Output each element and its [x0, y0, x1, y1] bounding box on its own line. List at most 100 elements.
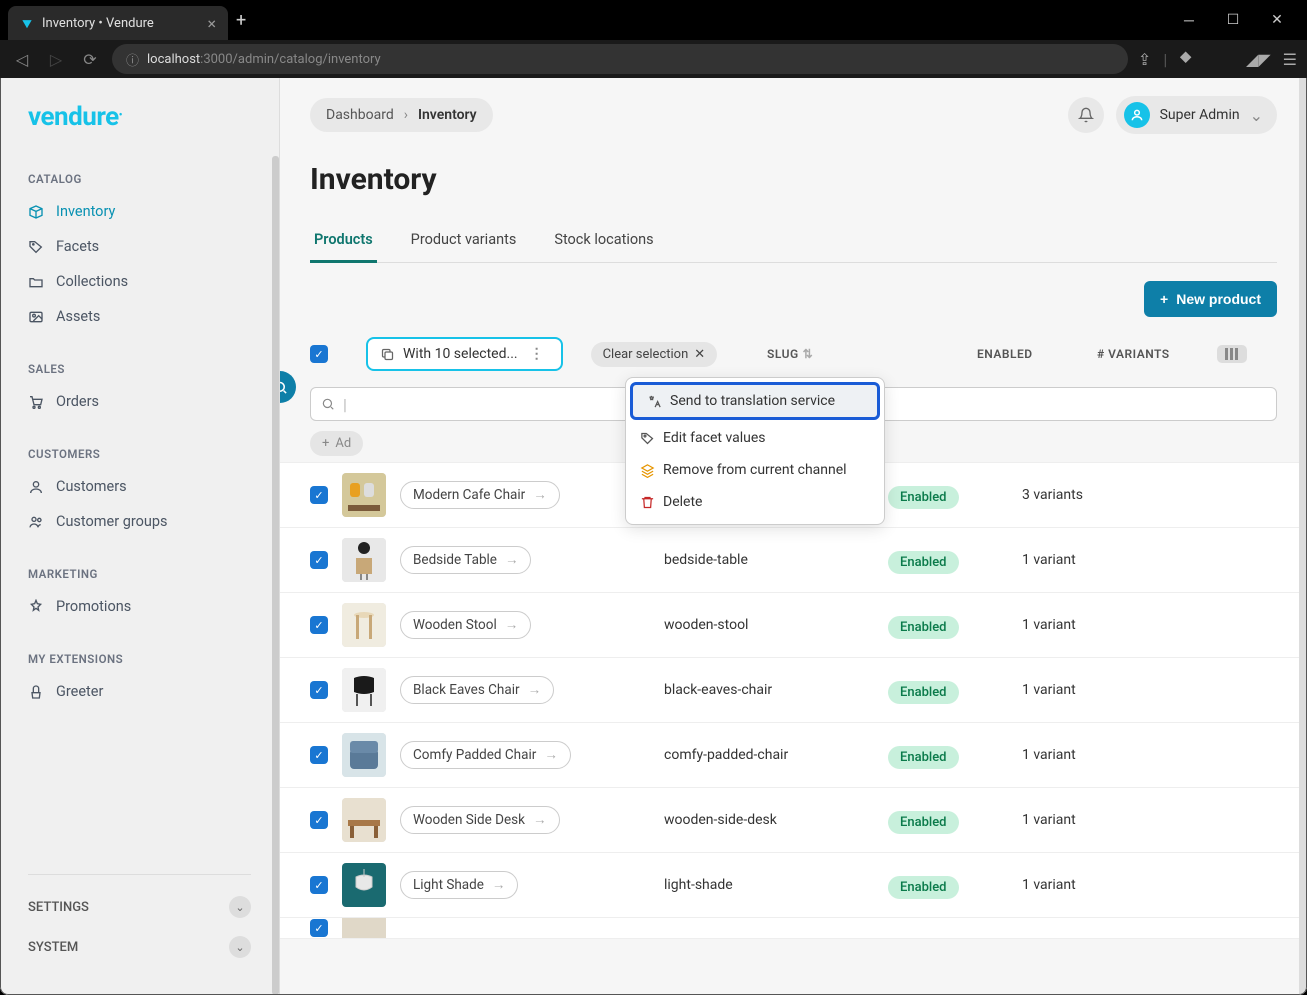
- dropdown-send-to-translation[interactable]: Send to translation service: [630, 382, 880, 420]
- products-table: ✓Modern Cafe Chair→modern-cafe-chairEnab…: [280, 462, 1307, 939]
- breadcrumb-dashboard[interactable]: Dashboard: [326, 107, 394, 123]
- select-all-checkbox[interactable]: ✓: [310, 345, 328, 363]
- status-badge: Enabled: [888, 616, 959, 639]
- chevron-down-icon: ⌄: [229, 936, 251, 958]
- vendure-favicon-icon: [20, 16, 34, 30]
- arrow-right-icon: →: [505, 617, 519, 633]
- dropdown-delete[interactable]: Delete: [626, 486, 884, 518]
- sidebar-item-inventory[interactable]: Inventory: [0, 194, 279, 229]
- product-name-link[interactable]: Wooden Side Desk→: [400, 806, 560, 834]
- browser-menu-icon[interactable]: ☰: [1283, 50, 1297, 69]
- status-badge: Enabled: [888, 551, 959, 574]
- extension-icon[interactable]: ◢◤: [1246, 50, 1271, 69]
- user-menu[interactable]: Super Admin ⌄: [1116, 96, 1277, 134]
- product-slug: wooden-side-desk: [664, 812, 874, 828]
- product-thumbnail: [342, 603, 386, 647]
- close-tab-icon[interactable]: ×: [207, 14, 216, 33]
- tab-product-variants[interactable]: Product variants: [407, 221, 521, 262]
- variant-count: 1 variant: [1022, 552, 1162, 568]
- product-thumbnail: [342, 733, 386, 777]
- url-path: /admin/catalog/inventory: [233, 52, 381, 67]
- column-header-enabled[interactable]: ENABLED: [977, 347, 1097, 361]
- breadcrumb-current: Inventory: [418, 107, 477, 123]
- dropdown-remove-from-channel[interactable]: Remove from current channel: [626, 454, 884, 486]
- row-checkbox[interactable]: ✓: [310, 919, 328, 937]
- sidebar-settings[interactable]: SETTINGS ⌄: [0, 887, 279, 927]
- row-checkbox[interactable]: ✓: [310, 616, 328, 634]
- row-checkbox[interactable]: ✓: [310, 681, 328, 699]
- row-checkbox[interactable]: ✓: [310, 876, 328, 894]
- product-thumbnail: [342, 538, 386, 582]
- sidebar-system[interactable]: SYSTEM ⌄: [0, 927, 279, 967]
- product-name-link[interactable]: Light Shade→: [400, 871, 518, 899]
- main-scrollbar[interactable]: [1299, 78, 1306, 995]
- row-checkbox[interactable]: ✓: [310, 811, 328, 829]
- arrow-right-icon: →: [533, 487, 547, 503]
- column-header-variants[interactable]: # VARIANTS: [1097, 347, 1217, 361]
- new-product-button[interactable]: + New product: [1144, 281, 1277, 317]
- sidebar-item-promotions[interactable]: Promotions: [0, 589, 279, 624]
- product-slug: light-shade: [664, 877, 874, 893]
- search-icon: [280, 380, 288, 395]
- column-header-slug[interactable]: SLUG ⇅: [767, 347, 977, 361]
- sidebar-item-orders[interactable]: Orders: [0, 384, 279, 419]
- address-bar[interactable]: ⓘ localhost:3000/admin/catalog/inventory: [112, 44, 1128, 74]
- table-row: ✓ Wooden Stool→ wooden-stool Enabled 1 varia…: [280, 593, 1307, 658]
- nav-section-header: CUSTOMERS: [0, 439, 279, 469]
- page-tabs: Products Product variants Stock locations: [310, 221, 1277, 263]
- column-settings-button[interactable]: [1217, 345, 1247, 363]
- variant-count: 1 variant: [1022, 682, 1162, 698]
- minimize-icon[interactable]: ─: [1175, 12, 1203, 29]
- product-name-link[interactable]: Wooden Stool→: [400, 611, 531, 639]
- sidebar-scrollbar[interactable]: [272, 156, 279, 995]
- forward-icon[interactable]: ▷: [44, 50, 68, 69]
- sidebar-item-customer-groups[interactable]: Customer groups: [0, 504, 279, 539]
- sidebar-item-assets[interactable]: Assets: [0, 299, 279, 334]
- product-slug: comfy-padded-chair: [664, 747, 874, 763]
- back-icon[interactable]: ◁: [10, 50, 34, 69]
- search-toggle-button[interactable]: [280, 371, 296, 403]
- product-thumbnail: [342, 918, 386, 939]
- product-thumbnail: [342, 863, 386, 907]
- add-filter-button[interactable]: + Ad: [310, 431, 363, 456]
- notifications-button[interactable]: [1068, 97, 1104, 133]
- close-window-icon[interactable]: ✕: [1263, 12, 1291, 29]
- variant-count: 1 variant: [1022, 617, 1162, 633]
- shield-icon[interactable]: ⯁: [1179, 49, 1192, 69]
- sidebar-item-greeter[interactable]: Greeter: [0, 674, 279, 709]
- trash-icon: [640, 495, 655, 510]
- tab-stock-locations[interactable]: Stock locations: [550, 221, 657, 262]
- site-info-icon[interactable]: ⓘ: [126, 50, 139, 69]
- close-icon: ✕: [694, 347, 705, 362]
- product-slug: wooden-stool: [664, 617, 874, 633]
- clear-selection-button[interactable]: Clear selection ✕: [591, 342, 718, 367]
- bulk-actions-button[interactable]: With 10 selected... ⋮: [366, 337, 563, 371]
- product-name-link[interactable]: Comfy Padded Chair→: [400, 741, 571, 769]
- sidebar-item-collections[interactable]: Collections: [0, 264, 279, 299]
- browser-tab[interactable]: Inventory • Vendure ×: [8, 6, 228, 40]
- main-content: Dashboard › Inventory Super Admin ⌄: [280, 78, 1307, 995]
- share-icon[interactable]: ⇪: [1138, 50, 1151, 69]
- product-name-link[interactable]: Black Eaves Chair→: [400, 676, 554, 704]
- reload-icon[interactable]: ⟳: [78, 50, 102, 69]
- translate-icon: [647, 394, 662, 409]
- maximize-icon[interactable]: ☐: [1219, 12, 1247, 29]
- sidebar-item-facets[interactable]: Facets: [0, 229, 279, 264]
- arrow-right-icon: →: [544, 747, 558, 763]
- sidebar-item-customers[interactable]: Customers: [0, 469, 279, 504]
- row-checkbox[interactable]: ✓: [310, 746, 328, 764]
- logo[interactable]: vendure•: [0, 78, 279, 150]
- row-checkbox[interactable]: ✓: [310, 551, 328, 569]
- table-row: ✓Bedside Table→bedside-tableEnabled1 var…: [280, 528, 1307, 593]
- new-tab-button[interactable]: +: [236, 10, 246, 31]
- arrow-right-icon: →: [533, 812, 547, 828]
- tab-products[interactable]: Products: [310, 221, 377, 262]
- avatar-icon: [1124, 102, 1150, 128]
- page-title: Inventory: [310, 162, 1277, 197]
- product-name-link[interactable]: Modern Cafe Chair→: [400, 481, 560, 509]
- url-port: :3000: [200, 52, 232, 67]
- row-checkbox[interactable]: ✓: [310, 486, 328, 504]
- product-name-link[interactable]: Bedside Table→: [400, 546, 531, 574]
- dropdown-edit-facet-values[interactable]: Edit facet values: [626, 422, 884, 454]
- nav-section-header: CATALOG: [0, 164, 279, 194]
